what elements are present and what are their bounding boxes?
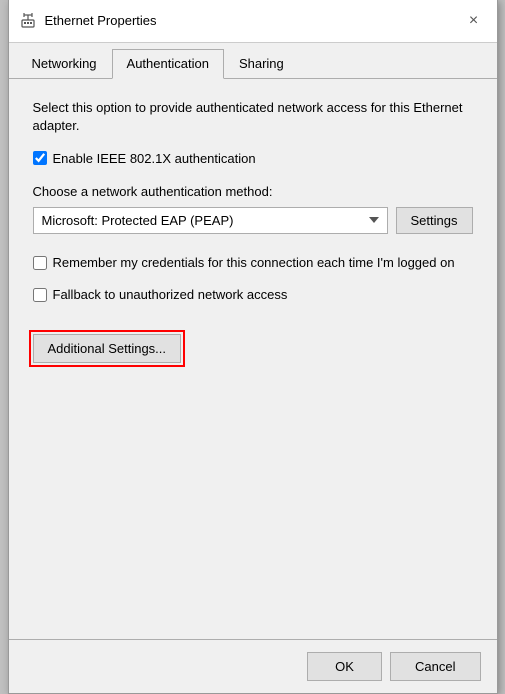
enable-ieee-checkbox[interactable] (33, 151, 47, 165)
ethernet-properties-window: Ethernet Properties × Networking Authent… (8, 0, 498, 694)
close-button[interactable]: × (461, 8, 487, 34)
fallback-label[interactable]: Fallback to unauthorized network access (53, 286, 288, 304)
description-text: Select this option to provide authentica… (33, 99, 473, 135)
remember-credentials-row: Remember my credentials for this connect… (33, 254, 473, 272)
fallback-row: Fallback to unauthorized network access (33, 286, 473, 304)
remember-credentials-checkbox[interactable] (33, 256, 47, 270)
title-bar-left: Ethernet Properties (19, 12, 157, 30)
auth-method-row: Microsoft: Protected EAP (PEAP) Microsof… (33, 207, 473, 234)
footer: OK Cancel (9, 639, 497, 693)
tab-content: Select this option to provide authentica… (9, 79, 497, 639)
additional-settings-button[interactable]: Additional Settings... (33, 334, 182, 363)
tab-sharing[interactable]: Sharing (224, 49, 299, 78)
method-settings-button[interactable]: Settings (396, 207, 473, 234)
window-title: Ethernet Properties (45, 13, 157, 28)
tab-authentication[interactable]: Authentication (112, 49, 224, 79)
auth-method-label: Choose a network authentication method: (33, 184, 473, 199)
fallback-checkbox[interactable] (33, 288, 47, 302)
ok-button[interactable]: OK (307, 652, 382, 681)
enable-ieee-row: Enable IEEE 802.1X authentication (33, 151, 473, 166)
title-bar: Ethernet Properties × (9, 0, 497, 43)
tabs-bar: Networking Authentication Sharing (9, 43, 497, 79)
enable-ieee-label[interactable]: Enable IEEE 802.1X authentication (53, 151, 256, 166)
ethernet-icon (19, 12, 37, 30)
remember-credentials-label[interactable]: Remember my credentials for this connect… (53, 254, 455, 272)
cancel-button[interactable]: Cancel (390, 652, 480, 681)
auth-method-select[interactable]: Microsoft: Protected EAP (PEAP) Microsof… (33, 207, 388, 234)
tab-networking[interactable]: Networking (17, 49, 112, 78)
